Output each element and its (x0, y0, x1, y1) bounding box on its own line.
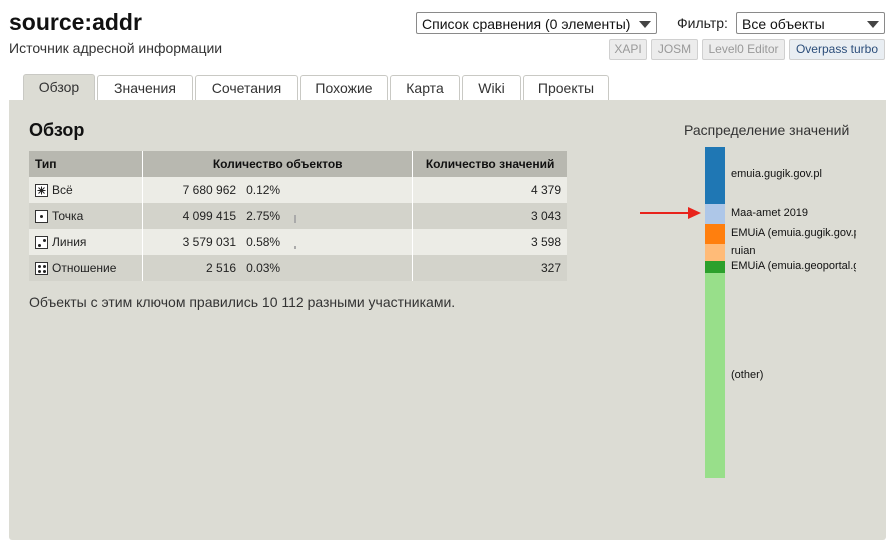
object-percent: 0.03% (246, 261, 281, 275)
chevron-down-icon (639, 21, 651, 28)
overpass-turbo-button[interactable]: Overpass turbo (789, 39, 885, 60)
way-icon (35, 236, 48, 250)
object-count: 2 516 (142, 255, 237, 281)
comparison-list-value: Список сравнения (0 элементы) (422, 16, 631, 32)
page-subtitle: Источник адресной информации (9, 40, 223, 56)
table-row: Отношение 2 516 0.03% 327 (29, 255, 567, 281)
tab-wiki[interactable]: Wiki (462, 75, 521, 100)
object-count: 3 579 031 (142, 229, 237, 255)
page-title: source:addr (9, 9, 142, 35)
red-arrow-icon (640, 207, 701, 219)
relation-icon (35, 262, 48, 276)
josm-button[interactable]: JOSM (651, 39, 698, 60)
object-count: 7 680 962 (142, 177, 237, 203)
distribution-segment[interactable] (705, 260, 725, 274)
all-icon (35, 184, 48, 198)
distribution-label[interactable]: (other) (731, 369, 856, 381)
level0-editor-button[interactable]: Level0 Editor (702, 39, 785, 60)
distribution-label[interactable]: ruian (731, 245, 856, 257)
table-row: Точка 4 099 415 2.75% 3 043 (29, 203, 567, 229)
distribution-segment[interactable] (705, 147, 725, 204)
table-row: Всё 7 680 962 0.12% 4 379 (29, 177, 567, 203)
distribution-segment[interactable] (705, 273, 725, 478)
object-percent: 0.12% (246, 183, 281, 197)
distribution-segment[interactable] (705, 203, 725, 225)
chevron-down-icon (867, 21, 879, 28)
type-label: Отношение (52, 260, 117, 275)
percent-bar (294, 246, 297, 249)
filter-select[interactable]: Все объекты (736, 12, 885, 34)
header-object-count: Количество объектов (142, 151, 413, 177)
type-label: Всё (52, 182, 73, 197)
node-icon (35, 210, 48, 224)
header-value-count: Количество значений (412, 151, 567, 177)
value-count: 4 379 (412, 177, 567, 203)
distribution-segment[interactable] (705, 224, 725, 244)
filter-label: Фильтр: (677, 15, 728, 31)
filter-value: Все объекты (742, 16, 825, 32)
tab-combinations[interactable]: Сочетания (195, 75, 298, 100)
tab-map[interactable]: Карта (390, 75, 460, 100)
tab-projects[interactable]: Проекты (523, 75, 609, 100)
comparison-list-select[interactable]: Список сравнения (0 элементы) (416, 12, 657, 34)
distribution-title: Распределение значений (684, 122, 850, 138)
type-label: Линия (52, 234, 87, 249)
table-row: Линия 3 579 031 0.58% 3 598 (29, 229, 567, 255)
header-type: Тип (29, 151, 143, 177)
type-label: Точка (52, 208, 84, 223)
distribution-segment[interactable] (705, 243, 725, 261)
object-percent: 0.58% (246, 235, 281, 249)
contributors-note: Объекты с этим ключом правились 10 112 р… (29, 294, 456, 310)
object-stats-table: Тип Количество объектов Количество значе… (29, 151, 567, 281)
distribution-label[interactable]: EMUiA (emuia.gugik.gov.pl) (731, 227, 856, 239)
value-count: 3 598 (412, 229, 567, 255)
value-count: 3 043 (412, 203, 567, 229)
tab-similar[interactable]: Похожие (300, 75, 388, 100)
object-count: 4 099 415 (142, 203, 237, 229)
distribution-label[interactable]: EMUiA (emuia.geoportal.gov.pl) (731, 260, 856, 272)
tab-overview[interactable]: Обзор (23, 74, 95, 101)
distribution-label[interactable]: Maa-amet 2019 (731, 207, 856, 219)
value-distribution-bar (705, 147, 725, 478)
overview-title: Обзор (29, 120, 85, 140)
distribution-label[interactable]: emuia.gugik.gov.pl (731, 168, 856, 180)
xapi-button[interactable]: XAPI (609, 39, 647, 60)
tab-values[interactable]: Значения (97, 75, 193, 100)
percent-bar (294, 214, 297, 223)
object-percent: 2.75% (246, 209, 281, 223)
value-count: 327 (412, 255, 567, 281)
